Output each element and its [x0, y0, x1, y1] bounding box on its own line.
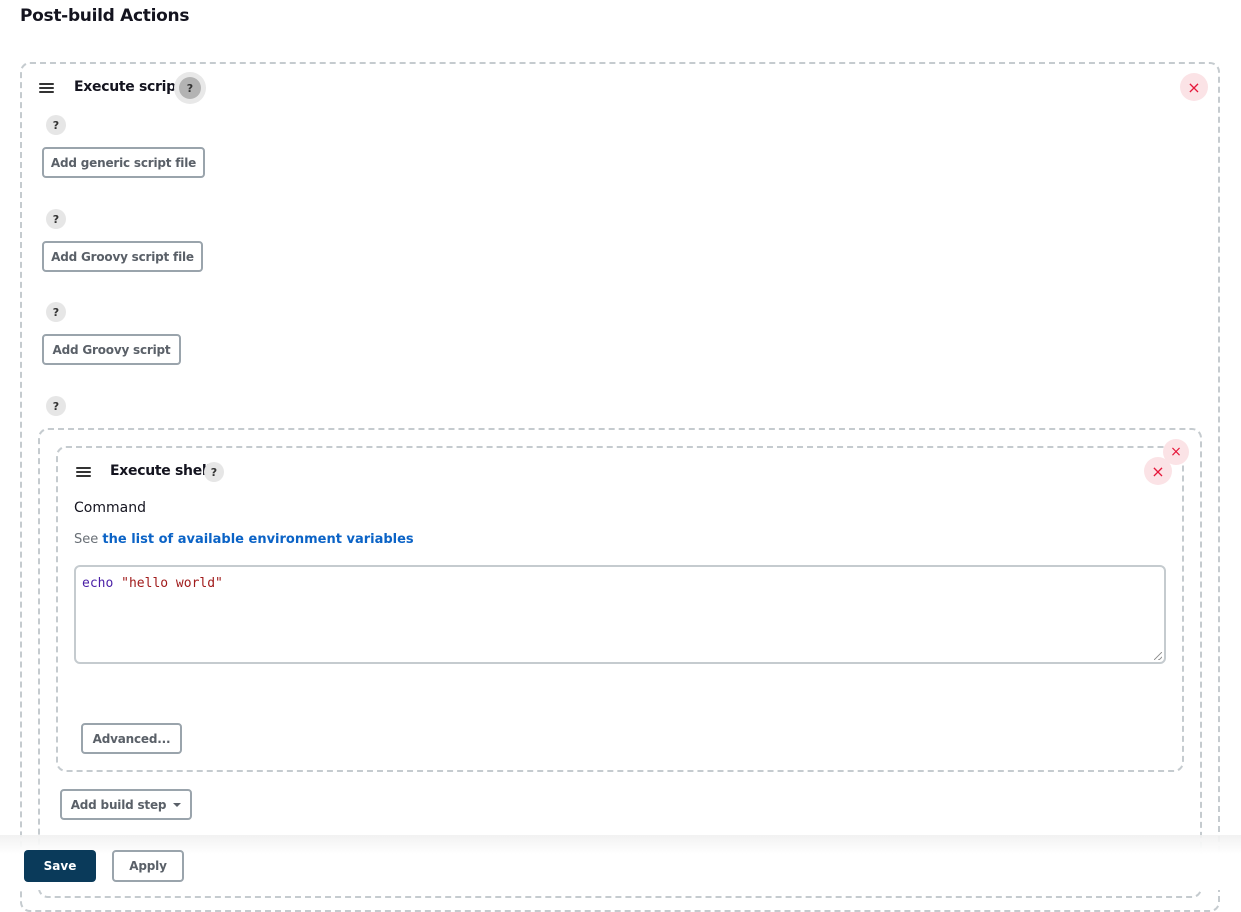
shell-drag-handle-icon[interactable] — [76, 467, 91, 477]
add-groovy-script-file-button[interactable]: Add Groovy script file — [42, 241, 203, 272]
add-build-step-label: Add build step — [70, 797, 167, 812]
execute-shell-title: Execute shell — [110, 463, 211, 479]
execute-scripts-title: Execute scripts — [74, 79, 191, 95]
hint-prefix: See — [74, 532, 99, 547]
env-vars-link[interactable]: the list of available environment variab… — [102, 532, 413, 547]
add-generic-script-file-button[interactable]: Add generic script file — [42, 147, 205, 178]
bottom-action-bar — [0, 835, 1241, 890]
save-button[interactable]: Save — [24, 850, 96, 882]
add-groovy-script-button[interactable]: Add Groovy script — [42, 334, 181, 365]
command-textarea[interactable]: echo "hello world" — [74, 565, 1166, 664]
command-keyword: echo — [82, 576, 114, 591]
command-label: Command — [74, 500, 146, 516]
advanced-button[interactable]: Advanced... — [81, 723, 182, 754]
drag-handle-icon[interactable] — [39, 83, 54, 93]
execute-shell-help-icon[interactable]: ? — [204, 462, 224, 482]
groovy-script-help-icon[interactable]: ? — [46, 302, 66, 322]
generic-script-help-icon[interactable]: ? — [46, 115, 66, 135]
caret-down-icon — [173, 802, 182, 807]
add-build-step-button[interactable]: Add build step — [60, 789, 192, 820]
page-title: Post-build Actions — [20, 6, 190, 26]
execute-scripts-close-icon[interactable]: × — [1180, 73, 1208, 101]
apply-button[interactable]: Apply — [112, 850, 184, 882]
groovy-script-file-help-icon[interactable]: ? — [46, 209, 66, 229]
execute-scripts-help-icon[interactable]: ? — [179, 77, 201, 99]
resize-handle-icon[interactable] — [1154, 652, 1162, 660]
env-vars-hint: See the list of available environment va… — [74, 532, 414, 547]
execute-shell-close-icon[interactable]: × — [1144, 457, 1172, 485]
command-string: "hello world" — [121, 576, 223, 591]
build-steps-help-icon[interactable]: ? — [46, 396, 66, 416]
